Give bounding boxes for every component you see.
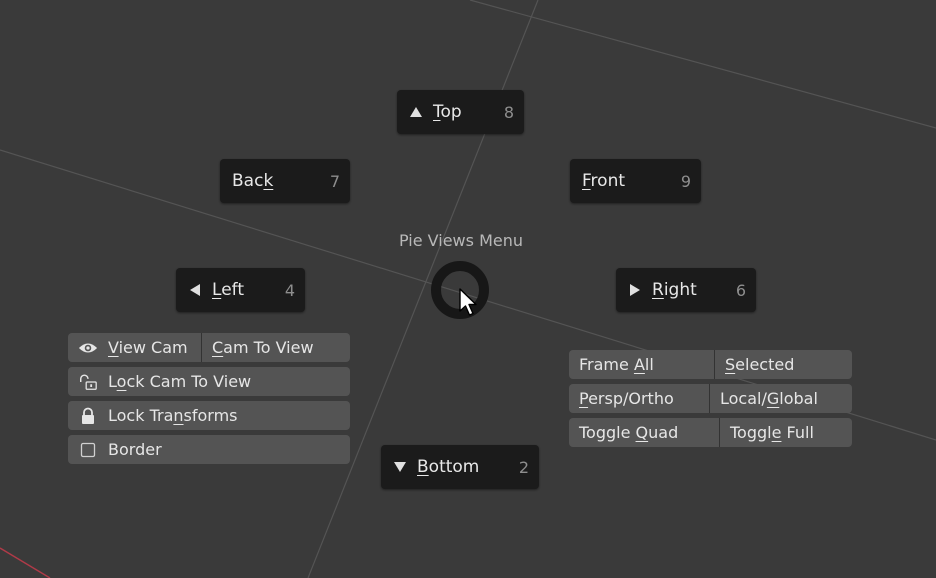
pie-bottom-button[interactable]: Bottom 2 (381, 445, 539, 489)
frame-all-label: Frame All (579, 355, 654, 374)
selected-label: Selected (725, 355, 795, 374)
frame-row: Frame All Selected (569, 350, 852, 379)
toggle-quad-button[interactable]: Toggle Quad (569, 418, 719, 447)
triangle-right-icon (628, 283, 642, 297)
pie-front-button[interactable]: Front 9 (570, 159, 701, 203)
shortcut-key: 8 (503, 102, 514, 122)
toggle-full-button[interactable]: Toggle Full (719, 418, 852, 447)
local-global-button[interactable]: Local/Global (709, 384, 852, 413)
view-cam-button[interactable]: View Cam (68, 333, 201, 362)
pie-back-button[interactable]: Back 7 (220, 159, 350, 203)
persp-ortho-label: Persp/Ortho (579, 389, 674, 408)
persp-ortho-button[interactable]: Persp/Ortho (569, 384, 709, 413)
local-global-label: Local/Global (720, 389, 818, 408)
pie-left-label: Left (212, 280, 244, 300)
persp-row: Persp/Ortho Local/Global (569, 384, 852, 413)
grid-line (469, 0, 936, 129)
toggle-full-label: Toggle Full (730, 423, 814, 442)
shortcut-key: 2 (518, 457, 529, 477)
shortcut-key: 4 (284, 280, 295, 300)
shortcut-key: 9 (680, 171, 691, 191)
pie-menu-title: Pie Views Menu (399, 231, 523, 250)
view-cam-row: View Cam Cam To View (68, 333, 350, 362)
shortcut-key: 7 (329, 171, 340, 191)
lock-cam-to-view-toggle[interactable]: Lock Cam To View (68, 367, 350, 396)
border-row: Border (68, 435, 350, 464)
mouse-cursor-icon (459, 288, 477, 316)
lock-cam-row: Lock Cam To View (68, 367, 350, 396)
border-label: Border (108, 440, 162, 459)
pie-front-label: Front (582, 171, 626, 191)
triangle-left-icon (188, 283, 202, 297)
border-checkbox[interactable]: Border (68, 435, 350, 464)
pie-left-button[interactable]: Left 4 (176, 268, 305, 312)
pie-right-label: Right (652, 280, 697, 300)
pie-right-button[interactable]: Right 6 (616, 268, 756, 312)
selected-button[interactable]: Selected (714, 350, 852, 379)
cam-to-view-button[interactable]: Cam To View (201, 333, 350, 362)
lock-transforms-toggle[interactable]: Lock Transforms (68, 401, 350, 430)
lock-transforms-row: Lock Transforms (68, 401, 350, 430)
shortcut-key: 6 (735, 280, 746, 300)
lock-icon (78, 407, 98, 425)
lock-transforms-label: Lock Transforms (108, 406, 238, 425)
pie-bottom-label: Bottom (417, 457, 480, 477)
lock-cam-to-view-label: Lock Cam To View (108, 372, 252, 391)
eye-icon (78, 339, 98, 357)
toggle-row: Toggle Quad Toggle Full (569, 418, 852, 447)
frame-all-button[interactable]: Frame All (569, 350, 714, 379)
pie-top-button[interactable]: Top 8 (397, 90, 524, 134)
pie-top-label: Top (433, 102, 462, 122)
triangle-up-icon (409, 106, 423, 118)
checkbox-icon (78, 441, 98, 459)
x-axis-line (0, 547, 51, 578)
cam-to-view-label: Cam To View (212, 338, 314, 357)
toggle-quad-label: Toggle Quad (579, 423, 679, 442)
pie-back-label: Back (232, 171, 274, 191)
grid-line (307, 0, 539, 578)
triangle-down-icon (393, 461, 407, 473)
view-cam-label: View Cam (108, 338, 188, 357)
unlocked-icon (78, 373, 98, 391)
